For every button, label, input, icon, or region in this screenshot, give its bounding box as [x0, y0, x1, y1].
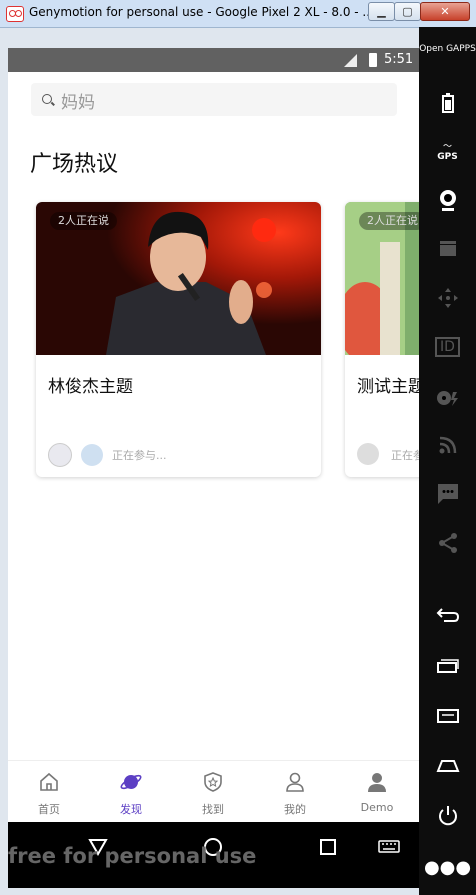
shield-icon: [204, 772, 222, 792]
status-time: 5:51: [384, 52, 414, 67]
avatar: [357, 443, 379, 465]
tab-home[interactable]: 首页: [8, 761, 90, 822]
keyboard-icon[interactable]: [378, 840, 400, 853]
battery-widget-icon[interactable]: [419, 93, 476, 116]
topic-card[interactable]: 2人正在说 林俊杰主题 正在参与...: [36, 202, 321, 477]
sms-icon[interactable]: [419, 483, 476, 508]
signal-icon: [344, 54, 357, 67]
person-filled-icon: [368, 773, 386, 792]
tab-demo[interactable]: Demo: [336, 761, 418, 822]
bottom-tab-bar: 首页 发现 找到 我的 Demo: [8, 760, 419, 822]
phone-screen: 5:51 妈妈 广场热议 2人正在说 林俊杰主题 正在参与... 2人正在说 测…: [8, 48, 419, 822]
minimize-button[interactable]: ▁: [368, 2, 395, 21]
camera-widget-icon[interactable]: [419, 189, 476, 214]
participants-text: 正在参与...: [391, 449, 419, 462]
recent-apps-icon[interactable]: [419, 659, 476, 676]
search-placeholder: 妈妈: [61, 93, 95, 113]
back-nav-icon[interactable]: [419, 607, 476, 626]
android-nav-bar: free for personal use: [8, 822, 419, 888]
topic-title: 林俊杰主题: [48, 377, 133, 397]
window-title-bar: Genymotion for personal use - Google Pix…: [0, 0, 476, 28]
power-icon[interactable]: [419, 805, 476, 830]
tab-find[interactable]: 找到: [172, 761, 254, 822]
maximize-button[interactable]: ▢: [394, 2, 421, 21]
battery-icon: [369, 53, 377, 67]
topic-card[interactable]: 2人正在说 测试主题 正在参与...: [345, 202, 419, 477]
status-bar: 5:51: [8, 48, 419, 72]
recents-icon[interactable]: [320, 839, 336, 855]
capture-icon[interactable]: [419, 239, 476, 260]
search-icon: [42, 94, 52, 104]
genymotion-icon: [6, 6, 24, 22]
watermark-text: free for personal use: [8, 844, 257, 868]
rss-icon[interactable]: [419, 435, 476, 458]
open-gapps-button[interactable]: Open GAPPS: [419, 45, 476, 54]
tab-mine[interactable]: 我的: [254, 761, 336, 822]
planet-icon: [120, 774, 142, 790]
topic-carousel[interactable]: 2人正在说 林俊杰主题 正在参与... 2人正在说 测试主题 正在参与...: [8, 198, 419, 483]
close-button[interactable]: ✕: [420, 2, 470, 21]
menu-icon[interactable]: [419, 709, 476, 726]
disk-icon[interactable]: [419, 389, 476, 410]
more-icon[interactable]: ●●●: [419, 857, 476, 878]
avatar: [81, 444, 104, 466]
id-widget-icon[interactable]: ID: [419, 337, 476, 357]
avatar-group: [48, 443, 107, 467]
person-outline-icon: [286, 772, 304, 792]
search-input[interactable]: 妈妈: [31, 83, 397, 116]
avatar-group: [357, 443, 383, 467]
participant-count-badge: 2人正在说: [359, 212, 419, 230]
participants-text: 正在参与...: [112, 449, 167, 462]
home-nav-icon[interactable]: [419, 759, 476, 776]
dpad-icon[interactable]: [419, 287, 476, 312]
tab-discover[interactable]: 发现: [90, 761, 172, 822]
avatar: [48, 443, 72, 467]
topic-title: 测试主题: [357, 377, 419, 397]
home-icon: [40, 772, 58, 791]
share-icon[interactable]: [419, 532, 476, 557]
participant-count-badge: 2人正在说: [50, 212, 117, 230]
emulator-sidebar: Open GAPPS 〜 GPS ID ●●●: [419, 27, 476, 895]
gps-widget-icon[interactable]: 〜 GPS: [419, 139, 476, 162]
window-title: Genymotion for personal use - Google Pix…: [29, 5, 374, 19]
section-title: 广场热议: [30, 152, 119, 177]
